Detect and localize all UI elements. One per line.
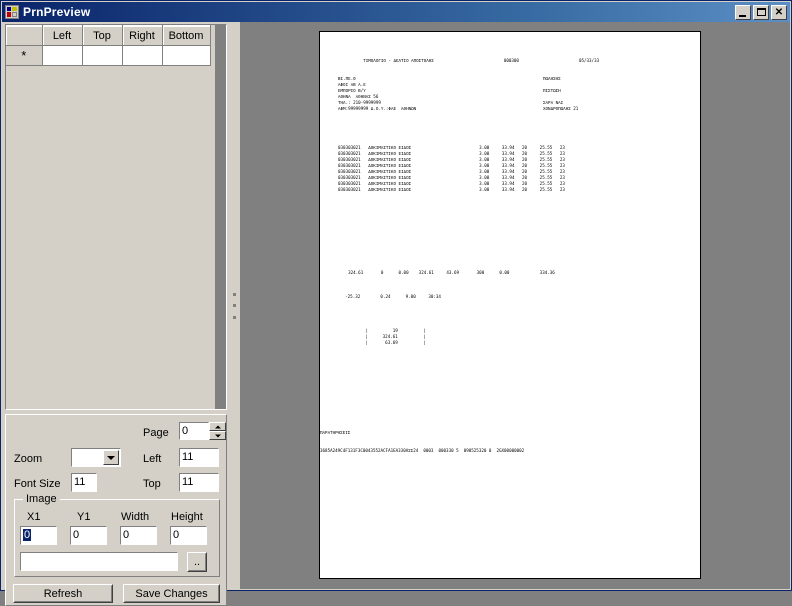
window-titlebar: PrnPreview ✕: [2, 2, 790, 22]
close-glyph: ✕: [774, 6, 784, 18]
page-increment-icon[interactable]: [209, 422, 226, 431]
width-input[interactable]: 0: [120, 526, 157, 545]
browse-label: ..: [193, 556, 201, 568]
app-icon: [5, 5, 19, 19]
address-block-right: ΠΩΛΗΣΗΣ ΠΙΣΤΩΣΗ ΣΑΡΑ ΝΑΙ ΧΟΝΔΡΟΠΩΛΗΣ 21: [543, 76, 579, 111]
page-stepper[interactable]: [209, 422, 226, 440]
browse-button[interactable]: ..: [187, 552, 207, 572]
minimize-icon[interactable]: [735, 4, 751, 20]
footer-code: 3685A249C4F131F3C0043552ACFA1EA330AΣΣ24 …: [320, 448, 525, 453]
document-number: 000300: [503, 58, 519, 63]
cell-left[interactable]: [42, 45, 83, 66]
refresh-label: Refresh: [43, 587, 83, 600]
column-header-bottom[interactable]: Bottom: [162, 25, 211, 46]
print-preview-area[interactable]: ΤΙΜΟΛΟΓΙΟ - ΔΕΛΤΙΟ ΑΠΟΣΤΟΛΗΣ 000300 05/33/…: [240, 22, 790, 589]
image-group-label: Image: [23, 493, 60, 505]
chevron-down-icon[interactable]: [103, 450, 119, 465]
document-header: ΤΙΜΟΛΟΓΙΟ - ΔΕΛΤΙΟ ΑΠΟΣΤΟΛΗΣ 000300 05/33/…: [338, 52, 599, 70]
summary-box: | 19 | | 324.61 | | 63.69 |: [365, 328, 426, 346]
fontsize-input[interactable]: 11: [71, 473, 97, 492]
close-icon[interactable]: ✕: [771, 4, 787, 20]
height-input[interactable]: 0: [170, 526, 207, 545]
line-item-row: 030303021 ΔΟΚΙΜΑΣΤΙΚΟ ΕΙΔΟΣ 3.00 33.94 2…: [338, 187, 565, 192]
image-path-input[interactable]: [20, 552, 178, 571]
y1-input[interactable]: 0: [70, 526, 107, 545]
splitter-grip-icon: [233, 292, 236, 319]
summary-row: -25.32 0.24 9.00 30:34: [330, 294, 441, 299]
page-decrement-icon[interactable]: [209, 431, 226, 440]
left-input[interactable]: 11: [179, 448, 219, 467]
x1-label: X1: [27, 511, 41, 523]
save-changes-label: Save Changes: [135, 587, 208, 600]
page-label: Page: [143, 427, 169, 439]
summary-box-line: | 63.69 |: [365, 340, 426, 345]
y1-label: Y1: [77, 511, 91, 523]
footer-label: ΠΑΡΑΤΗΡΗΣΕΙΣ: [320, 430, 351, 435]
line-items-table: 030303021 ΔΟΚΙΜΑΣΤΙΚΟ ΕΙΔΟΣ 3.00 33.94 2…: [338, 145, 565, 193]
document-footer: ΠΑΡΑΤΗΡΗΣΕΙΣ 3685A249C4F131F3C0043552ACF…: [320, 418, 524, 466]
margins-table: Left Top Right Bottom *: [6, 25, 211, 66]
grid-vertical-scrollbar[interactable]: [215, 25, 226, 409]
fontsize-label: Font Size: [14, 478, 61, 490]
column-header-right[interactable]: Right: [122, 25, 163, 46]
left-panel: Left Top Right Bottom * Page 0 Zoom Left…: [2, 22, 230, 606]
refresh-button[interactable]: Refresh: [13, 584, 113, 603]
table-row[interactable]: *: [6, 45, 211, 66]
document-title: ΤΙΜΟΛΟΓΙΟ - ΔΕΛΤΙΟ ΑΠΟΣΤΟΛΗΣ: [363, 58, 434, 63]
height-label: Height: [171, 511, 203, 523]
width-label: Width: [121, 511, 150, 523]
image-groupbox: Image X1 0 Y1 0 Width 0 Height 0 ..: [14, 493, 220, 577]
document-content: ΤΙΜΟΛΟΓΙΟ - ΔΕΛΤΙΟ ΑΠΟΣΤΟΛΗΣ 000300 05/33/…: [320, 32, 700, 578]
x1-input[interactable]: 0: [20, 526, 57, 545]
new-row-indicator[interactable]: *: [6, 45, 43, 66]
address-block-left: ΒΙ.ΠΕ.Θ ΑΦΟΙ ΑΒ Α.Ε ΕΜΠΟΡΙΟ Β/Υ ΑΘΗΝΑ ΑΘ…: [338, 76, 417, 111]
save-changes-button[interactable]: Save Changes: [123, 584, 220, 603]
page-input[interactable]: 0: [179, 422, 209, 440]
grid-corner-header[interactable]: [6, 25, 43, 46]
margins-datagrid[interactable]: Left Top Right Bottom *: [5, 24, 227, 410]
table-header-row: Left Top Right Bottom: [6, 25, 211, 46]
window-title: PrnPreview: [23, 5, 91, 19]
totals-row: 324.61 0 0.00 324.61 43.69 300 0.00 334.…: [338, 270, 555, 275]
top-input[interactable]: 11: [179, 473, 219, 492]
cell-top[interactable]: [82, 45, 123, 66]
zoom-label: Zoom: [14, 453, 43, 465]
prnpreview-window: PrnPreview ✕ Left Top Right Bottom * Pag…: [0, 0, 792, 606]
column-header-left[interactable]: Left: [42, 25, 83, 46]
cell-bottom[interactable]: [162, 45, 211, 66]
controls-panel: Page 0 Zoom Left 11 Font Size 11 Top 11 …: [5, 414, 227, 606]
preview-page: ΤΙΜΟΛΟΓΙΟ - ΔΕΛΤΙΟ ΑΠΟΣΤΟΛΗΣ 000300 05/33/…: [319, 31, 701, 579]
maximize-icon[interactable]: [753, 4, 769, 20]
zoom-select[interactable]: [71, 448, 121, 467]
column-header-top[interactable]: Top: [82, 25, 123, 46]
cell-right[interactable]: [122, 45, 163, 66]
panel-splitter[interactable]: [230, 22, 240, 589]
top-label: Top: [143, 478, 161, 490]
window-buttons: ✕: [735, 4, 788, 20]
left-label: Left: [143, 453, 162, 465]
document-date: 05/33/33: [578, 58, 600, 63]
x1-value: 0: [23, 529, 32, 541]
